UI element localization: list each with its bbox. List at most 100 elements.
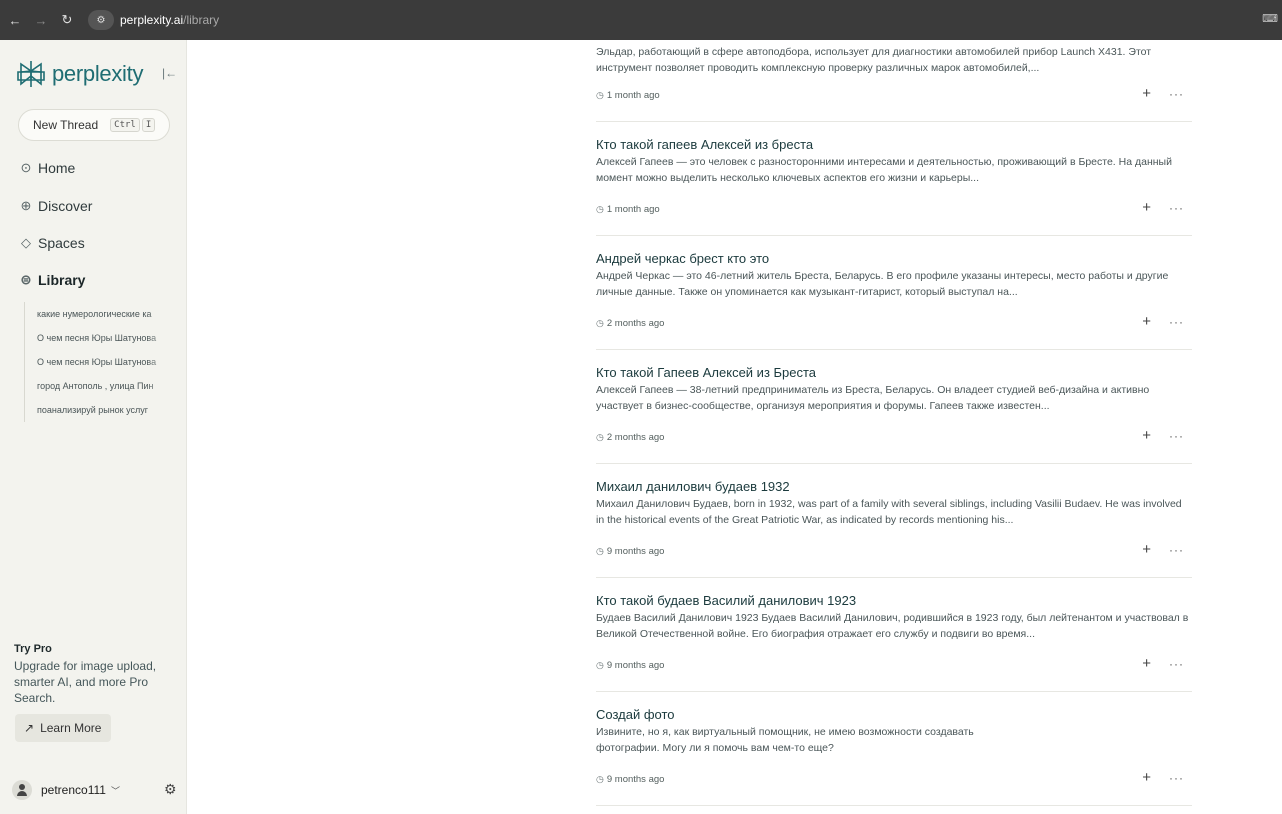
thread-title[interactable]: Создай фото xyxy=(596,707,1192,722)
nav-home-label: Home xyxy=(38,160,76,176)
clock-icon: ◷ xyxy=(596,660,604,670)
thread-time: ◷ 1 month ago xyxy=(596,90,660,101)
thread-time-text: 9 months ago xyxy=(606,774,665,785)
shortcut-key-ctrl: Ctrl xyxy=(110,118,140,132)
thread-actions: + ··· xyxy=(1142,85,1184,102)
thread-snippet: Михаил Данилович Будаев, born in 1932, w… xyxy=(596,498,1182,526)
thread-time: ◷ 9 months ago xyxy=(596,546,664,557)
thread-time-text: 1 month ago xyxy=(606,90,660,101)
home-icon: ⊙ xyxy=(20,160,32,175)
browser-toolbar: ← → ↻ ⚙ perplexity.ai/library ⌨ xyxy=(0,0,1282,40)
thread-time-text: 2 months ago xyxy=(606,318,665,329)
collapse-sidebar-icon[interactable]: |← xyxy=(162,66,177,80)
library-thread-item[interactable]: город Антополь , улица Пин xyxy=(37,374,174,398)
nav-discover[interactable]: ⊕ Discover xyxy=(18,198,93,214)
reload-icon[interactable]: ↻ xyxy=(56,12,78,28)
sidebar: perplexity |← New Thread Ctrl I ⊙ Home ⊕… xyxy=(0,40,187,814)
back-icon[interactable]: ← xyxy=(4,13,26,28)
thread-title[interactable]: Кто такой гапеев Алексей из бреста xyxy=(596,137,1192,152)
learn-more-button[interactable]: ↗ Learn More xyxy=(15,714,111,742)
thread-actions: + ··· xyxy=(1142,313,1184,330)
more-options-icon[interactable]: ··· xyxy=(1169,201,1184,215)
thread-list: Эльдар, работающий в сфере автоподбора, … xyxy=(596,40,1192,806)
thread-title[interactable]: Кто такой будаев Василий данилович 1923 xyxy=(596,593,1192,608)
thread-snippet: Будаев Василий Данилович 1923 Будаев Вас… xyxy=(596,612,1189,640)
thread-title[interactable]: Михаил данилович будаев 1932 xyxy=(596,479,1192,494)
address-bar[interactable]: perplexity.ai/library xyxy=(120,13,219,27)
library-thread-item[interactable]: какие нумерологические ка xyxy=(37,302,174,326)
more-options-icon[interactable]: ··· xyxy=(1169,87,1184,101)
try-pro-text: Upgrade for image upload, smarter AI, an… xyxy=(14,659,157,705)
thread-actions: + ··· xyxy=(1142,199,1184,216)
thread-item[interactable]: Кто такой гапеев Алексей из бреста Алекс… xyxy=(596,122,1192,236)
settings-gear-icon[interactable]: ⚙ xyxy=(164,781,177,798)
library-thread-list: какие нумерологические ка О чем песня Юр… xyxy=(24,302,174,422)
translate-icon[interactable]: ⌨ xyxy=(1262,12,1278,25)
thread-time: ◷ 9 months ago xyxy=(596,774,664,785)
thread-item[interactable]: Андрей черкас брест кто это Андрей Черка… xyxy=(596,236,1192,350)
globe-icon: ⊕ xyxy=(20,198,32,213)
library-thread-item[interactable]: поанализируй рынок услуг xyxy=(37,398,174,422)
nav-library[interactable]: ⊜ Library xyxy=(18,272,86,288)
add-to-space-icon[interactable]: + xyxy=(1142,655,1151,672)
thread-time-text: 9 months ago xyxy=(606,546,665,557)
add-to-space-icon[interactable]: + xyxy=(1142,313,1151,330)
chevron-down-icon: ﹀ xyxy=(110,785,120,796)
thread-title[interactable]: Кто такой Гапеев Алексей из Бреста xyxy=(596,365,1192,380)
nav-library-label: Library xyxy=(38,272,86,288)
user-menu[interactable]: petrenco111 ﹀ ⚙ xyxy=(12,777,182,803)
clock-icon: ◷ xyxy=(596,546,604,556)
thread-title[interactable]: Андрей черкас брест кто это xyxy=(596,251,1192,266)
thread-time: ◷ 9 months ago xyxy=(596,660,664,671)
thread-item[interactable]: Михаил данилович будаев 1932 Михаил Дани… xyxy=(596,464,1192,578)
thread-time: ◷ 2 months ago xyxy=(596,432,664,443)
thread-item[interactable]: Кто такой будаев Василий данилович 1923 … xyxy=(596,578,1192,692)
more-options-icon[interactable]: ··· xyxy=(1169,657,1184,671)
shortcut-key-i: I xyxy=(141,118,156,132)
add-to-space-icon[interactable]: + xyxy=(1142,541,1151,558)
add-to-space-icon[interactable]: + xyxy=(1142,427,1151,444)
forward-icon[interactable]: → xyxy=(30,13,52,28)
thread-snippet: Андрей Черкас — это 46-летний житель Бре… xyxy=(596,270,1169,298)
clock-icon: ◷ xyxy=(596,432,604,442)
nav-home[interactable]: ⊙ Home xyxy=(18,160,76,176)
new-thread-button[interactable]: New Thread Ctrl I xyxy=(18,109,170,141)
thread-item[interactable]: Создай фото Извините, но я, как виртуаль… xyxy=(596,692,1192,806)
thread-time-text: 2 months ago xyxy=(606,432,665,443)
spaces-icon: ◇ xyxy=(21,235,31,250)
add-to-space-icon[interactable]: + xyxy=(1142,199,1151,216)
thread-item[interactable]: Кто такой Гапеев Алексей из Бреста Алекс… xyxy=(596,350,1192,464)
more-options-icon[interactable]: ··· xyxy=(1169,315,1184,329)
thread-time: ◷ 2 months ago xyxy=(596,318,664,329)
thread-snippet: Алексей Гапеев — 38-летний предпринимате… xyxy=(596,384,1150,412)
thread-time-text: 1 month ago xyxy=(606,204,660,215)
thread-time: ◷ 1 month ago xyxy=(596,204,660,215)
learn-more-label: Learn More xyxy=(40,721,102,735)
perplexity-logo-icon xyxy=(17,60,45,88)
new-thread-label: New Thread xyxy=(33,118,99,132)
thread-snippet: Эльдар, работающий в сфере автоподбора, … xyxy=(596,46,1152,74)
thread-item[interactable]: Эльдар, работающий в сфере автоподбора, … xyxy=(596,40,1192,122)
more-options-icon[interactable]: ··· xyxy=(1169,429,1184,443)
library-icon: ⊜ xyxy=(20,272,32,287)
try-pro-panel: Try Pro Upgrade for image upload, smarte… xyxy=(14,643,179,706)
add-to-space-icon[interactable]: + xyxy=(1142,85,1151,102)
thread-actions: + ··· xyxy=(1142,427,1184,444)
add-to-space-icon[interactable]: + xyxy=(1142,769,1151,786)
thread-snippet: Извините, но я, как виртуальный помощник… xyxy=(596,726,974,754)
url-path: /library xyxy=(183,13,220,27)
library-thread-item[interactable]: О чем песня Юры Шатунова xyxy=(37,326,174,350)
site-info-icon[interactable]: ⚙ xyxy=(88,10,114,30)
more-options-icon[interactable]: ··· xyxy=(1169,771,1184,785)
clock-icon: ◷ xyxy=(596,90,604,100)
logo[interactable]: perplexity xyxy=(17,60,143,88)
avatar xyxy=(12,780,32,800)
thread-actions: + ··· xyxy=(1142,769,1184,786)
nav-spaces[interactable]: ◇ Spaces xyxy=(18,235,85,251)
try-pro-title: Try Pro xyxy=(14,643,52,655)
thread-actions: + ··· xyxy=(1142,655,1184,672)
url-host: perplexity.ai xyxy=(120,13,184,27)
arrow-up-right-icon: ↗ xyxy=(24,721,35,735)
library-thread-item[interactable]: О чем песня Юры Шатунова xyxy=(37,350,174,374)
more-options-icon[interactable]: ··· xyxy=(1169,543,1184,557)
